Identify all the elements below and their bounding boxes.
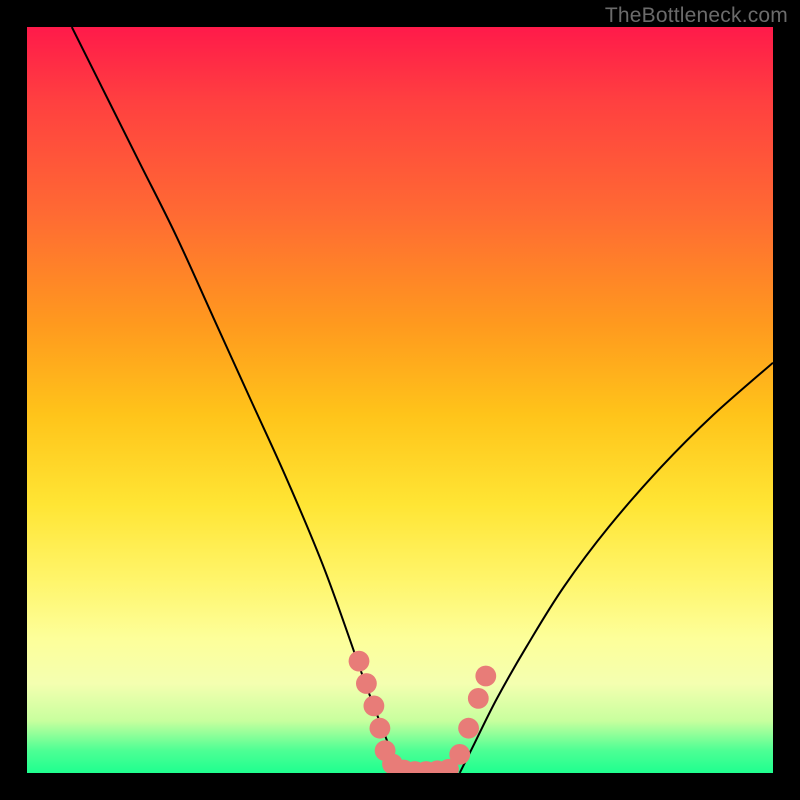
curve-right-branch (460, 363, 773, 773)
curve-markers (349, 651, 497, 773)
marker-dot (458, 718, 479, 739)
curve-layer (27, 27, 773, 773)
marker-dot (370, 718, 391, 739)
marker-dot (475, 666, 496, 687)
marker-dot (356, 673, 377, 694)
watermark-text: TheBottleneck.com (605, 4, 788, 28)
marker-dot (449, 744, 470, 765)
marker-dot (349, 651, 370, 672)
plot-area (27, 27, 773, 773)
marker-dot (364, 696, 385, 717)
marker-dot (468, 688, 489, 709)
chart-frame: TheBottleneck.com (0, 0, 800, 800)
